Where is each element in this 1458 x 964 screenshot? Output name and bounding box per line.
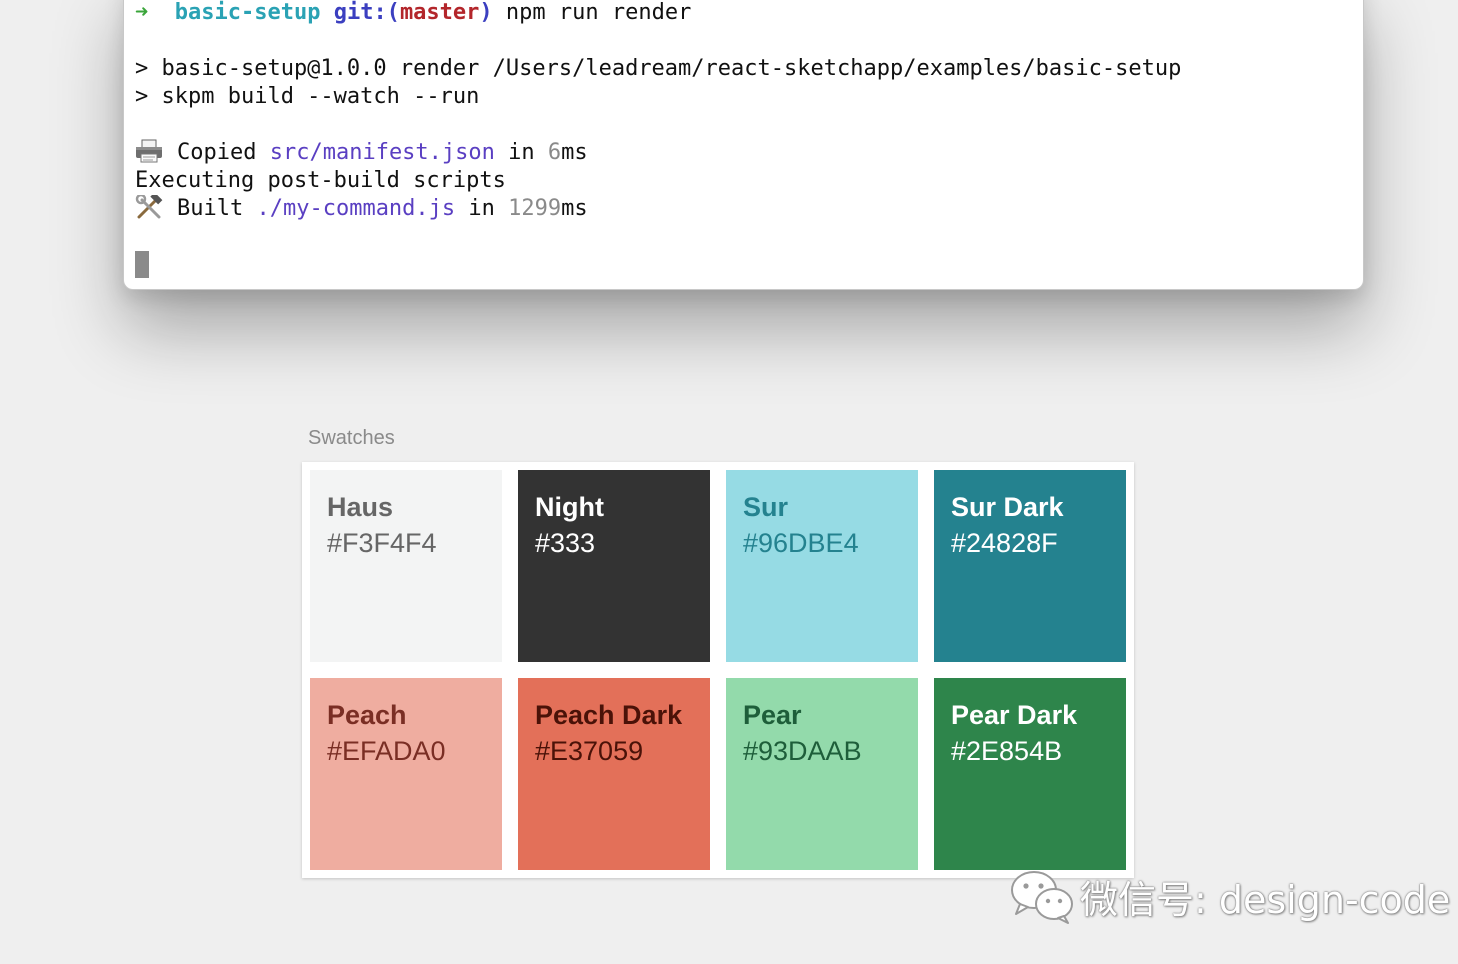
swatch-name: Peach bbox=[327, 700, 407, 730]
prompt-branch: master bbox=[399, 0, 480, 25]
watermark-text: 微信号: design-code bbox=[1080, 877, 1451, 922]
swatch-name: Pear bbox=[743, 700, 802, 730]
prompt-line: ➜ basic-setup git:(master) npm run rende… bbox=[135, 0, 691, 27]
printer-icon bbox=[136, 139, 162, 163]
swatch-name: Pear Dark bbox=[951, 700, 1078, 730]
output-built-line: Built ./my-command.js in 1299ms bbox=[135, 195, 588, 223]
swatches-title: Swatches bbox=[308, 427, 395, 449]
output-executing-line: Executing post-build scripts bbox=[135, 168, 506, 193]
wechat-icon bbox=[1011, 871, 1073, 924]
built-path: ./my-command.js bbox=[256, 196, 456, 221]
built-unit: ms bbox=[561, 196, 588, 221]
swatch-name: Night bbox=[535, 492, 604, 522]
swatch-hex: #EFADA0 bbox=[327, 736, 446, 766]
swatch-night[interactable]: Night #333 bbox=[518, 470, 710, 662]
swatch-sur-dark[interactable]: Sur Dark #24828F bbox=[934, 470, 1126, 662]
swatch-hex: #24828F bbox=[951, 528, 1058, 558]
swatch-haus[interactable]: Haus #F3F4F4 bbox=[310, 470, 502, 662]
swatch-pear-dark[interactable]: Pear Dark #2E854B bbox=[934, 678, 1126, 870]
prompt-arrow: ➜ bbox=[135, 0, 149, 25]
swatch-hex: #96DBE4 bbox=[743, 528, 859, 558]
swatch-peach[interactable]: Peach #EFADA0 bbox=[310, 678, 502, 870]
copied-duration: 6 bbox=[547, 140, 562, 165]
swatch-peach-dark[interactable]: Peach Dark #E37059 bbox=[518, 678, 710, 870]
swatch-name: Sur bbox=[743, 492, 789, 522]
prompt-git-open: git:( bbox=[333, 0, 400, 25]
prompt-directory: basic-setup bbox=[174, 0, 321, 25]
copied-in: in bbox=[508, 140, 535, 165]
built-duration: 1299 bbox=[508, 196, 562, 221]
swatch-name: Peach Dark bbox=[535, 700, 683, 730]
prompt-git-close: ) bbox=[479, 0, 493, 25]
swatch-hex: #333 bbox=[535, 528, 596, 558]
copied-label: Copied bbox=[177, 140, 257, 165]
output-render-line: > basic-setup@1.0.0 render /Users/leadre… bbox=[135, 56, 1182, 81]
swatch-name: Haus bbox=[327, 492, 394, 522]
copied-unit: ms bbox=[561, 140, 588, 165]
built-label: Built bbox=[177, 196, 244, 221]
built-in: in bbox=[468, 196, 495, 221]
swatch-hex: #F3F4F4 bbox=[327, 528, 437, 558]
swatch-sur[interactable]: Sur #96DBE4 bbox=[726, 470, 918, 662]
swatch-hex: #93DAAB bbox=[743, 736, 862, 766]
terminal-cursor[interactable] bbox=[135, 251, 149, 278]
hammer-and-wrench-icon bbox=[135, 195, 163, 219]
prompt-command: npm run render bbox=[505, 0, 692, 25]
terminal-window: ➜ basic-setup git:(master) npm run rende… bbox=[123, 0, 1364, 290]
swatch-pear[interactable]: Pear #93DAAB bbox=[726, 678, 918, 870]
output-skpm-line: > skpm build --watch --run bbox=[135, 84, 480, 109]
output-copied-line: Copied src/manifest.json in 6ms bbox=[135, 139, 588, 167]
watermark: 微信号: design-code bbox=[1008, 866, 1450, 926]
swatch-hex: #2E854B bbox=[951, 736, 1063, 766]
copied-path: src/manifest.json bbox=[269, 140, 495, 165]
swatch-artboard[interactable]: Haus #F3F4F4 Night #333 Sur #96DBE4 Sur … bbox=[302, 462, 1134, 878]
swatch-name: Sur Dark bbox=[951, 492, 1064, 522]
swatch-hex: #E37059 bbox=[535, 736, 644, 766]
